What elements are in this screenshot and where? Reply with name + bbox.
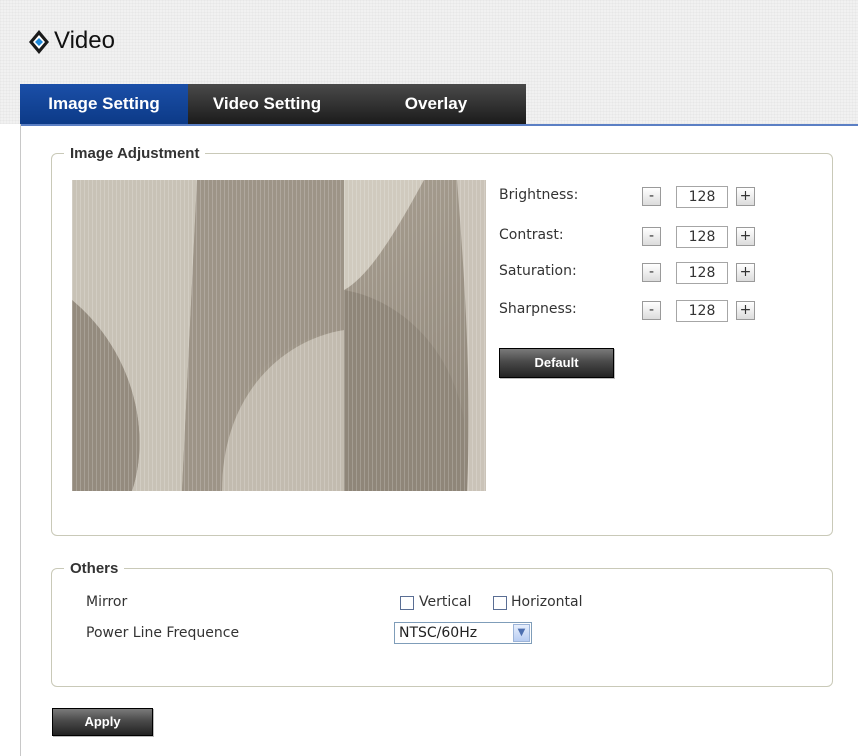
saturation-increase-button[interactable]: + [736,263,755,282]
default-button[interactable]: Default [499,348,614,378]
mirror-label: Mirror [86,594,128,610]
tab-image-setting[interactable]: Image Setting [20,84,188,124]
sharpness-increase-button[interactable]: + [736,301,755,320]
page-title: Video [54,27,115,54]
power-line-frequence-label: Power Line Frequence [86,625,240,641]
content-left-border [20,124,21,756]
power-line-frequence-value: NTSC/60Hz [399,625,478,641]
contrast-label: Contrast: [499,227,564,243]
contrast-decrease-button[interactable]: - [642,227,661,246]
brightness-label: Brightness: [499,187,579,203]
chevron-down-icon[interactable]: ▼ [513,624,530,642]
brightness-value-field[interactable]: 128 [676,186,728,208]
saturation-value-field[interactable]: 128 [676,262,728,284]
camera-preview-graphic [72,180,486,491]
sharpness-decrease-button[interactable]: - [642,301,661,320]
mirror-vertical-label: Vertical [419,594,472,610]
sharpness-value-field[interactable]: 128 [676,300,728,322]
saturation-decrease-button[interactable]: - [642,263,661,282]
contrast-value-field[interactable]: 128 [676,226,728,248]
tab-overlay[interactable]: Overlay [346,84,526,124]
video-logo-icon [29,30,49,54]
mirror-vertical-checkbox[interactable] [400,596,414,610]
mirror-horizontal-checkbox[interactable] [493,596,507,610]
page-header: Video Image Setting Video Setting Overla… [0,0,858,124]
saturation-label: Saturation: [499,263,577,279]
brightness-increase-button[interactable]: + [736,187,755,206]
brightness-decrease-button[interactable]: - [642,187,661,206]
power-line-frequence-select[interactable]: NTSC/60Hz ▼ [394,622,532,644]
tab-underline [20,124,858,126]
camera-preview-image [72,180,486,491]
tab-video-setting[interactable]: Video Setting [188,84,346,124]
tab-bar: Image Setting Video Setting Overlay [20,84,526,124]
mirror-horizontal-label: Horizontal [511,594,583,610]
image-adjustment-legend: Image Adjustment [70,145,200,162]
others-legend: Others [70,560,119,577]
contrast-increase-button[interactable]: + [736,227,755,246]
sharpness-label: Sharpness: [499,301,577,317]
apply-button[interactable]: Apply [52,708,153,736]
